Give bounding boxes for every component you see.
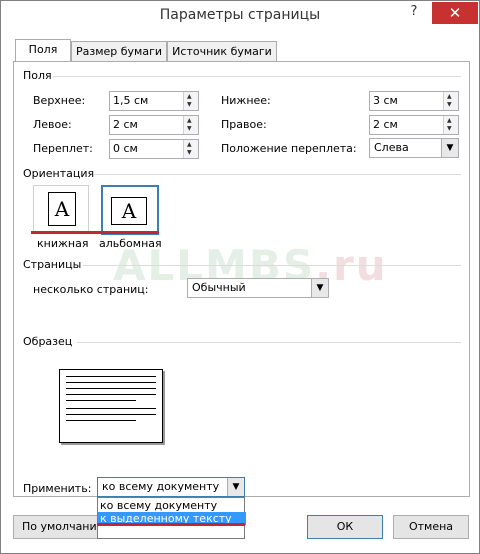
orientation-heading: Ориентация <box>23 167 95 180</box>
multiple-pages-select[interactable]: Обычный ▼ <box>187 278 329 298</box>
gutter-label: Переплет: <box>33 142 93 155</box>
preview-line <box>66 376 156 377</box>
left-margin-label: Левое: <box>33 118 72 131</box>
close-button[interactable]: ✕ <box>432 2 478 24</box>
spin-arrows-icon[interactable]: ▲ ▼ <box>443 116 458 134</box>
apply-select[interactable]: ко всему документу ▼ <box>97 477 245 497</box>
apply-dropdown-list: ко всему документу к выделенному тексту <box>97 497 246 539</box>
bottom-margin-label: Нижнее: <box>221 94 271 107</box>
gutter-position-value[interactable]: Слева <box>374 141 409 154</box>
multiple-pages-value[interactable]: Обычный <box>192 281 246 294</box>
apply-option[interactable]: ко всему документу <box>98 499 246 512</box>
apply-value[interactable]: ко всему документу <box>102 480 219 493</box>
tab-paper-source[interactable]: Источник бумаги <box>167 41 277 62</box>
preview-line <box>66 420 136 421</box>
left-margin-spinner[interactable]: 2 см ▲ ▼ <box>109 115 199 135</box>
preview-line <box>66 388 156 389</box>
right-margin-value[interactable]: 2 см <box>373 118 398 131</box>
spin-arrows-icon[interactable]: ▲ ▼ <box>183 140 198 158</box>
spin-arrows-icon[interactable]: ▲ ▼ <box>183 116 198 134</box>
landscape-button[interactable]: A <box>101 185 159 235</box>
tab-margins[interactable]: Поля <box>15 39 71 63</box>
tab-paper-size[interactable]: Размер бумаги <box>71 41 167 62</box>
annotation-underline <box>31 231 159 234</box>
gutter-value[interactable]: 0 см <box>113 142 138 155</box>
pages-heading: Страницы <box>23 258 82 271</box>
top-margin-spinner[interactable]: 1,5 см ▲ ▼ <box>109 91 199 111</box>
cancel-button[interactable]: Отмена <box>393 515 469 539</box>
multiple-pages-label: несколько страниц: <box>33 283 149 296</box>
portrait-label[interactable]: книжная <box>37 237 88 250</box>
preview-divider <box>77 342 461 343</box>
preview-line <box>66 408 156 409</box>
pages-divider <box>83 265 461 266</box>
landscape-page-icon: A <box>111 197 147 225</box>
margins-divider <box>53 76 461 77</box>
help-button[interactable]: ? <box>405 4 423 22</box>
apply-label: Применить: <box>23 482 92 495</box>
chevron-down-icon[interactable]: ▼ <box>227 478 244 496</box>
preview-line <box>66 414 156 415</box>
gutter-position-label: Положение переплета: <box>221 142 357 155</box>
left-margin-value[interactable]: 2 см <box>113 118 138 131</box>
bottom-margin-spinner[interactable]: 3 см ▲ ▼ <box>369 91 459 111</box>
top-margin-value[interactable]: 1,5 см <box>113 94 148 107</box>
ok-button[interactable]: ОК <box>307 515 383 539</box>
right-margin-spinner[interactable]: 2 см ▲ ▼ <box>369 115 459 135</box>
spin-arrows-icon[interactable]: ▲ ▼ <box>183 92 198 110</box>
chevron-down-icon[interactable]: ▼ <box>441 139 458 157</box>
annotation-underline <box>97 523 245 526</box>
preview-heading: Образец <box>23 335 73 348</box>
gutter-position-select[interactable]: Слева ▼ <box>369 138 459 158</box>
gutter-spinner[interactable]: 0 см ▲ ▼ <box>109 139 199 159</box>
margins-heading: Поля <box>23 69 52 82</box>
set-default-button[interactable]: По умолчанию <box>13 515 107 539</box>
portrait-button[interactable]: A <box>33 185 89 233</box>
preview-page <box>59 369 163 443</box>
top-margin-label: Верхнее: <box>33 94 86 107</box>
chevron-down-icon[interactable]: ▼ <box>311 279 328 297</box>
orientation-divider <box>93 174 461 175</box>
bottom-margin-value[interactable]: 3 см <box>373 94 398 107</box>
spin-arrows-icon[interactable]: ▲ ▼ <box>443 92 458 110</box>
preview-line <box>66 400 136 401</box>
portrait-page-icon: A <box>48 192 76 226</box>
title-bar: Параметры страницы ? ✕ <box>1 1 479 31</box>
preview-line <box>66 394 156 395</box>
preview-line <box>66 382 156 383</box>
page-setup-dialog: Параметры страницы ? ✕ Поля Размер бумаг… <box>0 0 480 554</box>
right-margin-label: Правое: <box>221 118 267 131</box>
